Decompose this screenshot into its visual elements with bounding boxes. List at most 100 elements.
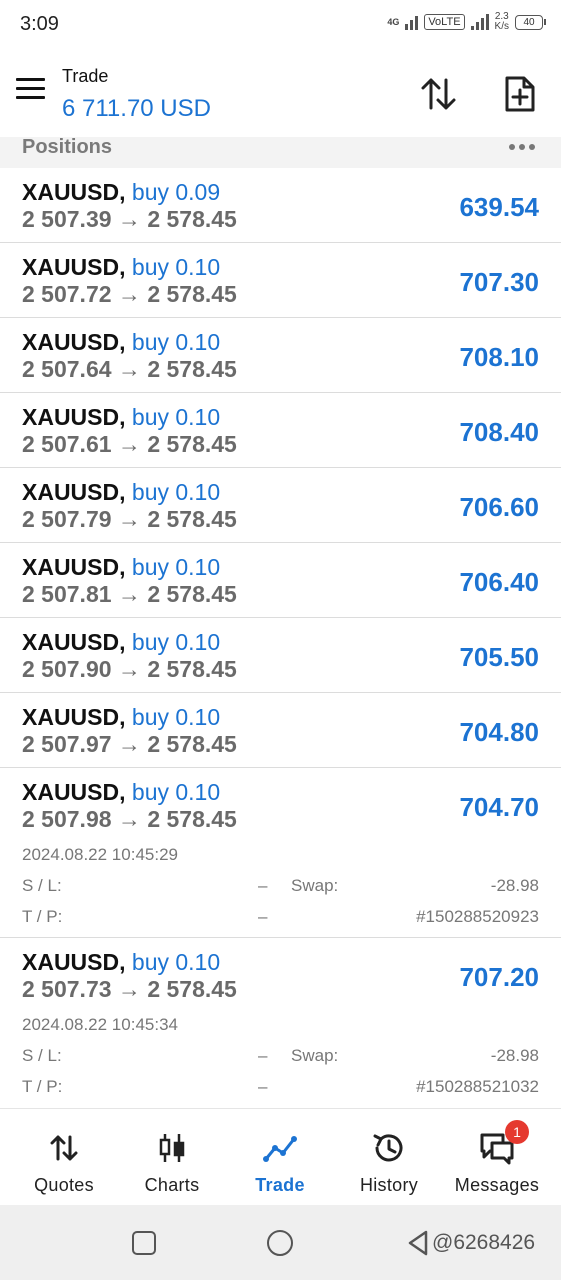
position-profit: 707.30 [459, 267, 539, 297]
position-profit: 706.60 [459, 492, 539, 522]
position-side: buy 0.09 [131, 179, 221, 205]
trade-icon [262, 1131, 298, 1165]
arrow-icon: → [117, 731, 141, 757]
sl-value: – [258, 1046, 268, 1065]
position-row[interactable]: XAUUSD, buy 0.10 2 507.90 → 2 578.45 705… [0, 618, 561, 693]
position-row-expanded[interactable]: XAUUSD, buy 0.10 2 507.98 → 2 578.45 704… [0, 768, 561, 938]
page-title: Trade [62, 66, 109, 86]
current-price: 2 578.45 [147, 281, 237, 307]
sl-label: S / L: [22, 1046, 62, 1065]
position-row[interactable]: XAUUSD, buy 0.10 2 507.81 → 2 578.45 706… [0, 543, 561, 618]
volte-badge: VoLTE [424, 14, 465, 30]
open-price: 2 507.90 [22, 656, 112, 682]
account-balance: 6 711.70 USD [62, 95, 211, 122]
tab-charts[interactable]: Charts [116, 1109, 228, 1206]
unread-badge: 1 [505, 1120, 529, 1144]
position-side: buy 0.10 [131, 704, 221, 730]
ticket-number: #150288521032 [416, 1077, 539, 1096]
tab-messages[interactable]: 1 Messages [441, 1109, 553, 1206]
current-price: 2 578.45 [147, 731, 237, 757]
current-price: 2 578.45 [147, 581, 237, 607]
battery-icon: 40 [515, 14, 546, 30]
tab-history[interactable]: History [333, 1109, 445, 1206]
sort-icon[interactable] [419, 74, 459, 114]
position-row[interactable]: XAUUSD, buy 0.10 2 507.72 → 2 578.45 707… [0, 243, 561, 318]
tab-trade[interactable]: Trade [224, 1109, 336, 1206]
tab-label: Charts [144, 1175, 200, 1195]
positions-list: XAUUSD, buy 0.09 2 507.39 → 2 578.45 639… [0, 168, 561, 1107]
position-row[interactable]: XAUUSD, buy 0.10 2 507.97 → 2 578.45 704… [0, 693, 561, 768]
arrow-icon: → [117, 206, 141, 232]
position-side: buy 0.10 [131, 949, 221, 975]
open-price: 2 507.64 [22, 356, 112, 382]
status-bar: 3:09 4G VoLTE 2.3 K/s 40 [0, 0, 561, 52]
tp-label: T / P: [22, 907, 63, 926]
position-symbol: XAUUSD, [22, 779, 126, 805]
open-price: 2 507.98 [22, 806, 112, 832]
position-profit: 639.54 [459, 192, 539, 222]
watermark: @6268426 [432, 1231, 536, 1254]
position-row[interactable]: XAUUSD, buy 0.10 2 507.61 → 2 578.45 708… [0, 393, 561, 468]
bottom-nav: Quotes Charts Trade History 1 Messages [0, 1108, 561, 1206]
position-side: buy 0.10 [131, 629, 221, 655]
tp-value: – [258, 907, 268, 926]
swap-value: -28.98 [490, 876, 539, 895]
position-symbol: XAUUSD, [22, 404, 126, 430]
tab-label: History [359, 1175, 419, 1195]
tp-value: – [258, 1077, 268, 1096]
trade-screen: 3:09 4G VoLTE 2.3 K/s 40 Trade 6 711.70 … [0, 0, 561, 1280]
network-speed: 2.3 K/s [494, 11, 509, 32]
menu-icon[interactable] [16, 78, 46, 102]
recents-button[interactable] [132, 1231, 156, 1255]
swap-value: -28.98 [490, 1046, 539, 1065]
position-symbol: XAUUSD, [22, 629, 126, 655]
position-row[interactable]: XAUUSD, buy 0.10 2 507.79 → 2 578.45 706… [0, 468, 561, 543]
position-row[interactable]: XAUUSD, buy 0.10 2 507.64 → 2 578.45 708… [0, 318, 561, 393]
home-button[interactable] [267, 1230, 293, 1256]
position-symbol: XAUUSD, [22, 949, 126, 975]
ticket-number: #150288520923 [416, 907, 539, 926]
open-price: 2 507.72 [22, 281, 112, 307]
tab-label: Trade [255, 1175, 305, 1195]
current-price: 2 578.45 [147, 656, 237, 682]
open-price: 2 507.97 [22, 731, 112, 757]
sl-swap-row: S / L: – Swap: -28.98 [22, 1046, 539, 1066]
position-open-time: 2024.08.22 10:45:34 [22, 1015, 178, 1034]
network-type: 4G [387, 17, 400, 27]
tp-label: T / P: [22, 1077, 63, 1096]
position-open-time: 2024.08.22 10:45:29 [22, 845, 178, 864]
open-price: 2 507.73 [22, 976, 112, 1002]
arrow-icon: → [117, 356, 141, 382]
position-symbol: XAUUSD, [22, 254, 126, 280]
position-row[interactable]: XAUUSD, buy 0.09 2 507.39 → 2 578.45 639… [0, 168, 561, 243]
tab-quotes[interactable]: Quotes [8, 1109, 120, 1206]
status-icons: 4G VoLTE 2.3 K/s 40 [387, 11, 546, 32]
arrow-icon: → [117, 806, 141, 832]
position-profit: 708.40 [459, 417, 539, 447]
open-price: 2 507.39 [22, 206, 112, 232]
position-row-expanded[interactable]: XAUUSD, buy 0.10 2 507.73 → 2 578.45 707… [0, 938, 561, 1107]
position-symbol: XAUUSD, [22, 479, 126, 505]
position-profit: 705.50 [459, 642, 539, 672]
app-bar: Trade 6 711.70 USD [0, 52, 561, 137]
positions-section-header: Positions [0, 137, 561, 169]
arrow-icon: → [117, 506, 141, 532]
more-dots-icon[interactable] [509, 137, 537, 157]
open-price: 2 507.79 [22, 506, 112, 532]
position-side: buy 0.10 [131, 779, 221, 805]
position-profit: 708.10 [459, 342, 539, 372]
current-price: 2 578.45 [147, 431, 237, 457]
arrow-icon: → [117, 281, 141, 307]
tab-label: Quotes [34, 1175, 94, 1195]
position-profit: 704.80 [459, 717, 539, 747]
new-order-icon[interactable] [500, 74, 540, 114]
arrow-icon: → [117, 976, 141, 1002]
system-nav-bar: @6268426 [0, 1205, 561, 1280]
position-side: buy 0.10 [131, 404, 221, 430]
tp-ticket-row: T / P: – #150288520923 [22, 907, 539, 927]
position-side: buy 0.10 [131, 254, 221, 280]
history-icon [371, 1131, 407, 1165]
position-symbol: XAUUSD, [22, 554, 126, 580]
current-price: 2 578.45 [147, 976, 237, 1002]
open-price: 2 507.61 [22, 431, 112, 457]
